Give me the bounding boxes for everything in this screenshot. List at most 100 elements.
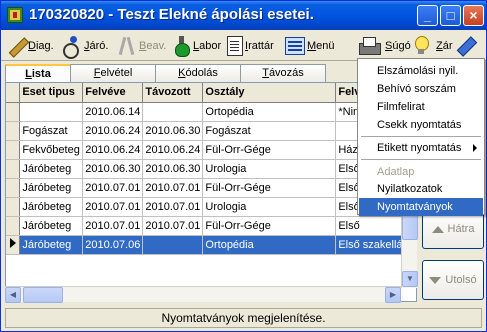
table-cell[interactable]: Fekvőbeteg — [19, 140, 84, 160]
current-row-pointer-icon — [10, 238, 16, 248]
table-row[interactable]: Járóbeteg 2010.07.06 Ortopédia Első szakell… — [6, 235, 416, 255]
bulb-icon — [413, 35, 429, 56]
table-cell[interactable]: Urologia — [202, 159, 337, 179]
document-icon — [227, 35, 243, 56]
table-cell[interactable] — [142, 102, 204, 122]
table-cell[interactable]: 2010.06.30 — [142, 121, 204, 141]
last-button[interactable]: Utolsó — [422, 260, 484, 300]
table-cell[interactable]: Fül-Orr-Gége — [202, 140, 337, 160]
table-cell[interactable]: Járóbeteg — [19, 216, 84, 236]
wheelchair-icon — [62, 35, 82, 59]
tab-tavozas[interactable]: Távozás — [240, 64, 326, 82]
menu-item-etikett[interactable]: Etikett nyomtatás — [359, 139, 483, 157]
table-row[interactable]: Járóbeteg 2010.07.01 2010.07.01 Fül-Orr-Gég… — [6, 178, 416, 198]
menu-item-adatlap[interactable]: Adatlap — [359, 163, 483, 181]
pencil-icon — [6, 36, 26, 56]
table-cell[interactable]: Urologia — [202, 197, 337, 217]
table-cell[interactable]: 2010.06.24 — [82, 121, 144, 141]
print-button[interactable] — [359, 33, 381, 58]
close-button[interactable]: × — [463, 5, 484, 26]
irattar-button[interactable]: Irattár — [227, 33, 274, 58]
table-cell[interactable]: 2010.07.01 — [142, 216, 204, 236]
table-row[interactable]: Fogászat 2010.06.24 2010.06.30 Fogászat — [6, 121, 416, 141]
print-context-menu: Elszámolási nyil. Behívó sorszám Filmfel… — [357, 58, 485, 216]
tab-strip: Lista Felvétel Kódolás Távozás — [5, 64, 353, 82]
table-cell[interactable]: 2010.06.30 — [82, 159, 144, 179]
table-cell[interactable]: Fogászat — [202, 121, 337, 141]
app-logo-icon — [7, 7, 23, 23]
table-cell[interactable]: 2010.07.01 — [142, 197, 204, 217]
table-row[interactable]: Járóbeteg 2010.07.01 2010.07.01 Fül-Orr-Gég… — [6, 216, 416, 236]
beav-button[interactable]: Beav. — [117, 33, 166, 58]
status-bar: Nyomtatványok megjelenítése. — [5, 308, 482, 328]
menu-button[interactable]: Menü — [285, 33, 335, 58]
table-cell[interactable]: 2010.07.01 — [82, 216, 144, 236]
row-indicator[interactable] — [6, 235, 21, 255]
table-cell[interactable]: Járóbeteg — [19, 235, 84, 255]
table-cell[interactable]: 2010.07.06 — [82, 235, 144, 255]
menu-item-csekk[interactable]: Csekk nyomtatás — [359, 116, 483, 134]
menu-separator — [361, 136, 481, 137]
row-indicator[interactable] — [6, 159, 21, 179]
table-row[interactable]: Járóbeteg 2010.06.30 2010.06.30 Urologia Els… — [6, 159, 416, 179]
table-cell[interactable]: Fül-Orr-Gége — [202, 216, 337, 236]
close-app-button[interactable]: Zár — [436, 33, 475, 58]
table-cell[interactable]: 2010.06.24 — [82, 140, 144, 160]
eraser-icon — [455, 36, 475, 56]
table-cell[interactable]: 2010.07.01 — [82, 197, 144, 217]
crutches-icon — [117, 36, 137, 56]
row-indicator[interactable] — [6, 121, 21, 141]
table-cell[interactable]: Fül-Orr-Gége — [202, 178, 337, 198]
row-indicator[interactable] — [6, 216, 21, 236]
table-cell[interactable]: Járóbeteg — [19, 159, 84, 179]
minimize-button[interactable]: _ — [417, 5, 438, 26]
column-header[interactable]: Felvéve — [82, 83, 144, 103]
table-cell[interactable]: 2010.06.14 — [82, 102, 144, 122]
column-header[interactable]: Osztály — [202, 83, 337, 103]
row-indicator[interactable] — [6, 178, 21, 198]
menu-icon — [285, 36, 305, 55]
maximize-button[interactable]: □ — [440, 5, 461, 26]
row-indicator[interactable] — [6, 102, 21, 122]
jaro-button[interactable]: Járó. — [62, 33, 108, 59]
scroll-left-button[interactable]: ◀ — [5, 287, 21, 303]
menu-item-filmfelirat[interactable]: Filmfelirat — [359, 98, 483, 116]
table-cell[interactable]: 2010.07.01 — [142, 178, 204, 198]
table-cell[interactable]: Járóbeteg — [19, 178, 84, 198]
table-cell[interactable] — [19, 102, 84, 122]
table-cell[interactable]: Ortopédia — [202, 102, 337, 122]
horizontal-scrollbar[interactable]: ◀ ▶ — [5, 286, 401, 303]
table-cell[interactable]: Járóbeteg — [19, 197, 84, 217]
table-cell[interactable]: 2010.06.30 — [142, 159, 204, 179]
table-cell[interactable]: 2010.07.01 — [82, 178, 144, 198]
menu-item-nyomtatvanyok[interactable]: Nyomtatványok — [359, 198, 483, 216]
tab-lista[interactable]: Lista — [5, 64, 71, 82]
menu-item-behivo[interactable]: Behívó sorszám — [359, 80, 483, 98]
table-cell[interactable] — [142, 235, 204, 255]
scroll-down-button[interactable]: ▼ — [402, 271, 418, 287]
tab-felvetel[interactable]: Felvétel — [70, 64, 156, 82]
title-bar[interactable]: 170320820 - Teszt Elekné ápolási esetei.… — [1, 1, 486, 30]
labor-button[interactable]: Labor — [173, 33, 221, 58]
table-cell[interactable]: 2010.06.24 — [142, 140, 204, 160]
submenu-arrow-icon — [473, 144, 477, 152]
table-row[interactable]: Fekvőbeteg 2010.06.24 2010.06.24 Fül-Orr-Gé… — [6, 140, 416, 160]
row-indicator[interactable] — [6, 140, 21, 160]
table-row[interactable]: Járóbeteg 2010.07.01 2010.07.01 Urologia Els… — [6, 197, 416, 217]
hscroll-thumb[interactable] — [23, 287, 63, 303]
table-row[interactable]: 2010.06.14 Ortopédia *Nin — [6, 102, 416, 122]
flask-icon — [173, 35, 191, 57]
row-indicator[interactable] — [6, 197, 21, 217]
table-cell[interactable]: Ortopédia — [202, 235, 337, 255]
tab-kodolas[interactable]: Kódolás — [155, 64, 241, 82]
menu-item-elszamolasi[interactable]: Elszámolási nyil. — [359, 62, 483, 80]
column-header[interactable]: Távozott — [142, 83, 204, 103]
diag-button[interactable]: Diag. — [6, 33, 54, 58]
menu-item-nyilatkozatok[interactable]: Nyilatkozatok — [359, 180, 483, 198]
table-cell[interactable]: Fogászat — [19, 121, 84, 141]
help-button[interactable]: Súgó — [385, 33, 429, 58]
column-header[interactable]: Eset tipus — [19, 83, 84, 103]
cases-grid[interactable]: Eset tipus Felvéve Távozott Osztály Felv… — [5, 82, 417, 302]
scroll-right-button[interactable]: ▶ — [385, 287, 401, 303]
cases-table: Eset tipus Felvéve Távozott Osztály Felv… — [6, 83, 416, 255]
